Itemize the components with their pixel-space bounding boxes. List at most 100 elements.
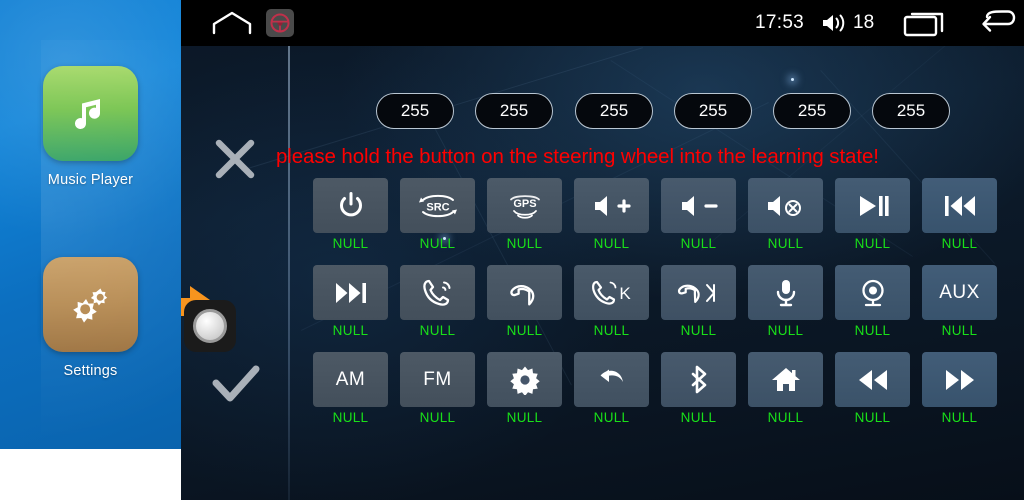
- sidebar-item-settings[interactable]: Settings: [0, 257, 181, 379]
- src-icon: SRC: [418, 194, 457, 217]
- play-pause-icon: [859, 195, 889, 216]
- microphone-button[interactable]: [748, 265, 823, 320]
- bluetooth-button[interactable]: [661, 352, 736, 407]
- home-button[interactable]: [748, 352, 823, 407]
- grid-cell-call-hangup: NULL: [487, 265, 562, 338]
- touch-knob: [193, 309, 227, 343]
- call-answer-k-button[interactable]: K: [574, 265, 649, 320]
- aux-button[interactable]: AUX: [922, 265, 997, 320]
- grid-cell-label: NULL: [332, 236, 369, 251]
- grid-cell-label: NULL: [332, 323, 369, 338]
- call-hangup-button[interactable]: [487, 265, 562, 320]
- fm-button[interactable]: FM: [400, 352, 475, 407]
- back-button[interactable]: [574, 352, 649, 407]
- grid-cell-aux: AUX NULL: [922, 265, 997, 338]
- grid-cell-call-answer: NULL: [400, 265, 475, 338]
- channel-value-pill[interactable]: 255: [773, 93, 851, 129]
- rewind-button[interactable]: [835, 352, 910, 407]
- next-icon: [335, 282, 366, 303]
- volume-up-button[interactable]: [574, 178, 649, 233]
- channel-value-row: 255 255 255 255 255 255: [181, 93, 1024, 131]
- clock: 17:53: [755, 12, 805, 33]
- steering-wheel-learning-panel: 17:53 18 255 255 255 255 255 255 please …: [181, 0, 1024, 500]
- channel-value-pill[interactable]: 255: [674, 93, 752, 129]
- grid-cell-src: SRC NULL: [400, 178, 475, 251]
- home-icon: [771, 367, 800, 391]
- grid-cell-label: NULL: [419, 236, 456, 251]
- next-button[interactable]: [313, 265, 388, 320]
- confirm-button[interactable]: [211, 363, 261, 407]
- previous-icon: [944, 195, 975, 216]
- grid-cell-label: NULL: [506, 323, 543, 338]
- grid-cell-label: NULL: [593, 323, 630, 338]
- panel-divider: [288, 46, 290, 500]
- gps-icon: GPS: [509, 194, 540, 219]
- grid-cell-label: NULL: [419, 323, 456, 338]
- channel-value-pill[interactable]: 255: [376, 93, 454, 129]
- grid-cell-label: NULL: [680, 410, 717, 425]
- svg-text:SRC: SRC: [426, 201, 449, 213]
- play-pause-button[interactable]: [835, 178, 910, 233]
- touch-button-icon[interactable]: [184, 300, 236, 352]
- grid-cell-label: NULL: [506, 236, 543, 251]
- recents-icon[interactable]: [903, 0, 949, 46]
- grid-cell-label: NULL: [593, 236, 630, 251]
- gps-button[interactable]: GPS: [487, 178, 562, 233]
- grid-cell-am: AM NULL: [313, 352, 388, 425]
- x-close-icon: [215, 139, 255, 179]
- music-note-icon: [43, 66, 138, 161]
- status-bar: 17:53 18: [181, 0, 1024, 46]
- back-curve-icon: [600, 369, 623, 382]
- grid-cell-mute: NULL: [748, 178, 823, 251]
- power-button[interactable]: [313, 178, 388, 233]
- volume-level: 18: [853, 12, 875, 33]
- grid-cell-call-answer-k: K NULL: [574, 265, 649, 338]
- channel-value-pill[interactable]: 255: [575, 93, 653, 129]
- grid-cell-label: NULL: [941, 236, 978, 251]
- grid-cell-label: NULL: [593, 410, 630, 425]
- volume-down-button[interactable]: [661, 178, 736, 233]
- grid-cell-label: NULL: [680, 323, 717, 338]
- mute-button[interactable]: [748, 178, 823, 233]
- grid-cell-gps: GPS NULL: [487, 178, 562, 251]
- sidebar-item-label: Settings: [63, 363, 118, 379]
- sidebar-item-music-player[interactable]: Music Player: [0, 66, 181, 188]
- grid-cell-bluetooth: NULL: [661, 352, 736, 425]
- volume-down-icon: [681, 195, 718, 216]
- grid-cell-label: NULL: [767, 323, 804, 338]
- bluetooth-icon: [691, 365, 706, 393]
- back-arrow-icon[interactable]: [978, 0, 1020, 46]
- call-hangup-k-button[interactable]: [661, 265, 736, 320]
- call-answer-button[interactable]: [400, 265, 475, 320]
- learning-state-message: please hold the button on the steering w…: [276, 145, 879, 168]
- steering-wheel-icon[interactable]: [266, 0, 294, 46]
- screen-root: Music Player Settings 17:53 18 255 255 2…: [0, 0, 1024, 500]
- src-button[interactable]: SRC: [400, 178, 475, 233]
- grid-row: NULL SRC NULL GPS NULL NULL NULL NULL NU…: [313, 178, 1013, 251]
- cancel-button[interactable]: [211, 135, 259, 183]
- grid-cell-call-hangup-k: NULL: [661, 265, 736, 338]
- mute-icon: [767, 195, 801, 216]
- grid-cell-label: NULL: [680, 236, 717, 251]
- grid-cell-fm: FM NULL: [400, 352, 475, 425]
- settings-button[interactable]: [487, 352, 562, 407]
- channel-value-pill[interactable]: 255: [475, 93, 553, 129]
- grid-cell-label: NULL: [332, 410, 369, 425]
- grid-cell-label: NULL: [854, 236, 891, 251]
- grid-cell-label: NULL: [854, 323, 891, 338]
- home-outline-icon[interactable]: [211, 0, 253, 46]
- grid-cell-next: NULL: [313, 265, 388, 338]
- channel-value-pill[interactable]: 255: [872, 93, 950, 129]
- volume-icon[interactable]: [820, 0, 848, 46]
- am-label: AM: [335, 368, 366, 390]
- grid-cell-volume-up: NULL: [574, 178, 649, 251]
- call-answer-icon: [422, 279, 450, 306]
- camera-button[interactable]: [835, 265, 910, 320]
- svg-text:GPS: GPS: [513, 198, 536, 210]
- fast-forward-button[interactable]: [922, 352, 997, 407]
- previous-button[interactable]: [922, 178, 997, 233]
- grid-row: NULL NULL NULL K NULL NULL NULL NULL AUX…: [313, 265, 1013, 338]
- am-button[interactable]: AM: [313, 352, 388, 407]
- grid-cell-rewind: NULL: [835, 352, 910, 425]
- grid-cell-label: NULL: [941, 323, 978, 338]
